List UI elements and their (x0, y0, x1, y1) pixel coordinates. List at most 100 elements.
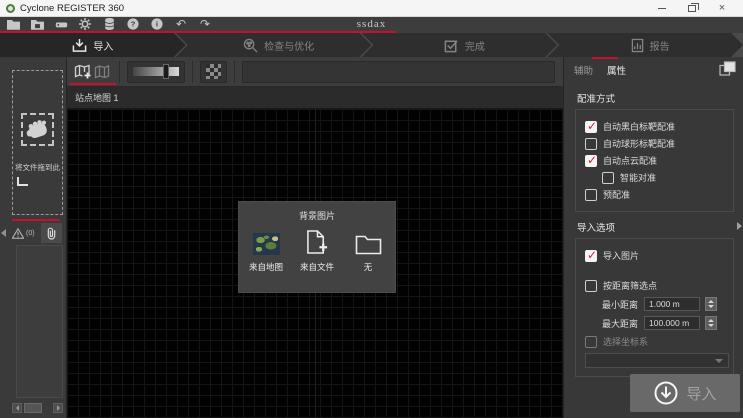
point-size-group (127, 61, 185, 83)
max-distance-stepper[interactable] (705, 316, 717, 330)
chevron-down-icon (715, 359, 723, 363)
checkbox-row-smart-align[interactable]: 智能对准 (602, 171, 729, 184)
app-logo-icon (6, 4, 15, 13)
step-report[interactable]: 报告 (547, 33, 743, 57)
panel-tabs: 辅助 属性 (564, 57, 743, 83)
workflow-stepbar: 导入 检查与优化 完成 报告 (0, 33, 743, 57)
cloud-registration-checkbox[interactable] (585, 155, 597, 167)
transparency-group (200, 61, 227, 83)
registration-group: 自动黑白标靶配准 自动球形标靶配准 自动点云配准 智能对准 (575, 109, 734, 212)
issues-tab[interactable]: (0) (10, 226, 37, 241)
bg-option-none[interactable]: 无 (344, 229, 392, 273)
review-optimize-icon (243, 38, 258, 53)
import-button-label: 导入 (686, 383, 716, 404)
minimize-button[interactable] (647, 0, 677, 16)
checkbox-row-import-images[interactable]: 导入图片 (585, 249, 729, 262)
import-options-group: 导入图片 按距离筛选点 最小距离 1.000 m 最大距离 100.000 (575, 238, 734, 377)
import-circle-arrow-icon (653, 380, 679, 406)
map-icon (94, 65, 110, 79)
header-toolbar: ? i ↶ ↷ ssdax (0, 17, 743, 33)
toolbar-spacer-panel (242, 61, 555, 83)
paperclip-icon (46, 227, 57, 240)
panel-expand-arrow-icon[interactable] (737, 222, 742, 230)
checkbox-row-filter-distance[interactable]: 按距离筛选点 (585, 279, 729, 292)
bg-option-from-map[interactable]: 来自地图 (242, 229, 290, 273)
issues-count: (0) (26, 230, 35, 237)
app-window: Cyclone REGISTER 360 × ? i ↶ ↷ (0, 0, 743, 418)
sitemap-toolbar (67, 57, 563, 87)
sitemap-tab-2[interactable] (92, 63, 112, 81)
checkbox-row-preregistration[interactable]: 预配准 (585, 188, 729, 201)
dropzone-label: 将文件拖到此 (15, 162, 60, 173)
properties-panel: 辅助 属性 配准方式 自动黑白标靶配准 自动球形标靶配准 (563, 57, 743, 418)
finalize-icon (444, 38, 459, 53)
sphere-target-checkbox[interactable] (585, 138, 597, 150)
warning-icon (12, 228, 24, 239)
step-review-optimize[interactable]: 检查与优化 (176, 33, 372, 57)
sitemap-title-bar: 站点地图 1 (67, 87, 563, 109)
sitemap-label: 站点地图 1 (75, 91, 119, 104)
scrollbar-thumb[interactable] (24, 403, 42, 413)
scroll-right-icon (57, 405, 60, 411)
registration-section-title: 配准方式 (577, 91, 734, 105)
import-button[interactable]: 导入 (630, 374, 740, 412)
tab-properties[interactable]: 属性 (607, 63, 626, 77)
sidebar-tool-tabs: (0) (10, 223, 64, 243)
window-controls: × (647, 0, 737, 16)
sidebar-collapse-arrow-icon[interactable] (1, 229, 6, 237)
smart-align-checkbox[interactable] (602, 172, 614, 184)
coordinate-system-dropdown[interactable] (585, 353, 729, 368)
minimize-icon (658, 8, 666, 9)
bw-target-checkbox[interactable] (585, 121, 597, 133)
restore-button[interactable] (677, 0, 707, 16)
sitemap-workspace: 站点地图 1 背景图片 来自地图 来 (67, 57, 563, 418)
add-sitemap-tab[interactable] (72, 63, 92, 81)
project-name: ssdax (0, 18, 743, 30)
sidebar-hscrollbar (12, 401, 63, 414)
import-images-checkbox[interactable] (585, 250, 597, 262)
scroll-left-button[interactable] (12, 403, 22, 413)
checkbox-row-sphere-target[interactable]: 自动球形标靶配准 (585, 137, 729, 150)
sitemap-canvas: 背景图片 来自地图 来自文件 (67, 109, 563, 418)
scroll-left-icon (16, 405, 19, 411)
titlebar: Cyclone REGISTER 360 × (0, 0, 743, 17)
slider-handle[interactable] (163, 64, 169, 79)
scroll-right-button[interactable] (53, 403, 63, 413)
coordinate-system-checkbox[interactable] (585, 336, 597, 348)
close-button[interactable]: × (707, 0, 737, 16)
background-panel-title: 背景图片 (239, 209, 395, 222)
bg-option-from-file[interactable]: 来自文件 (293, 229, 341, 273)
filter-distance-checkbox[interactable] (585, 280, 597, 292)
close-icon: × (719, 2, 725, 14)
transparency-checker-icon[interactable] (206, 64, 221, 79)
checkbox-row-bw-target[interactable]: 自动黑白标靶配准 (585, 120, 729, 133)
sidebar-underline (12, 219, 60, 221)
checkbox-row-cloud[interactable]: 自动点云配准 (585, 154, 729, 167)
opacity-slider[interactable] (133, 67, 179, 76)
tab-assist[interactable]: 辅助 (574, 63, 593, 77)
max-distance-row: 最大距离 100.000 m (602, 316, 729, 330)
file-plus-icon (306, 229, 329, 255)
max-distance-input[interactable]: 100.000 m (644, 316, 700, 330)
step-finalize[interactable]: 完成 (362, 33, 558, 57)
app-title: Cyclone REGISTER 360 (20, 3, 124, 14)
min-distance-stepper[interactable] (705, 297, 717, 311)
preregistration-checkbox[interactable] (585, 189, 597, 201)
layered-panels-icon[interactable] (719, 61, 736, 81)
import-icon (72, 38, 87, 53)
attachments-tab[interactable] (41, 223, 62, 243)
min-distance-row: 最小距离 1.000 m (602, 297, 729, 311)
active-panel-tab-underline (592, 57, 618, 59)
world-map-icon (253, 233, 280, 255)
file-list-panel (16, 245, 63, 398)
min-distance-input[interactable]: 1.000 m (644, 297, 700, 311)
grab-hand-icon (20, 113, 54, 145)
import-options-title: 导入选项 (577, 220, 734, 234)
background-image-panel: 背景图片 来自地图 来自文件 (239, 202, 395, 292)
corner-bracket (17, 177, 28, 186)
map-plus-icon (74, 64, 91, 79)
checkbox-row-coordinate-system[interactable]: 选择坐标系 (585, 335, 729, 348)
file-dropzone[interactable]: 将文件拖到此 (12, 70, 63, 215)
file-sidebar: 将文件拖到此 (0) (0, 57, 67, 418)
step-import[interactable]: 导入 (0, 33, 186, 57)
